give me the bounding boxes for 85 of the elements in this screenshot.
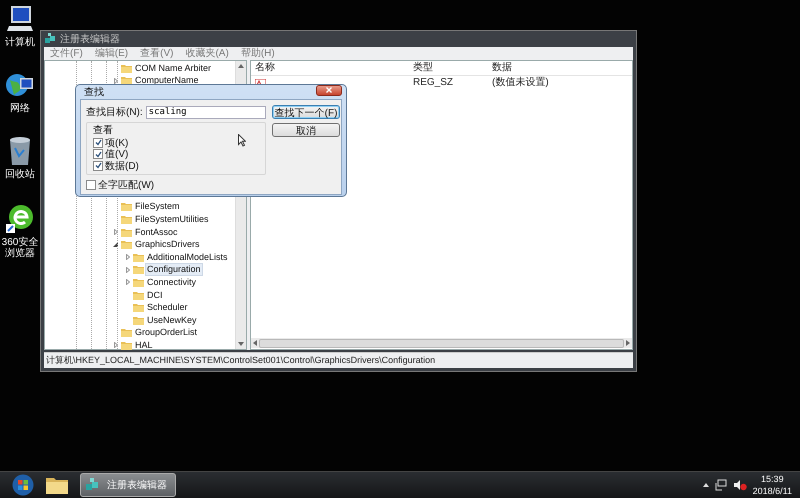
clock-time[interactable]: 15:39 [761, 473, 784, 485]
tree-item[interactable]: COM Name Arbiter [134, 62, 212, 74]
expand-arrow-icon[interactable] [126, 254, 130, 260]
tree-item[interactable]: ComputerName [134, 75, 200, 86]
tree-item[interactable]: FileSystem [134, 201, 181, 212]
checkbox[interactable] [93, 138, 103, 148]
folder-icon [133, 278, 144, 287]
folder-icon [121, 340, 132, 350]
close-button[interactable] [316, 84, 342, 96]
checkbox[interactable] [93, 149, 103, 160]
menu-item[interactable]: 文件(F) [50, 48, 83, 60]
clock-date[interactable]: 2018/6/11 [752, 485, 792, 497]
tree-item[interactable]: AdditionalModeLists [146, 252, 229, 263]
folder-icon [133, 252, 144, 262]
folder-icon [121, 240, 132, 250]
folder-icon [133, 303, 144, 312]
tree-item[interactable]: Configuration [146, 264, 202, 276]
checkbox-label[interactable]: 值(V) [105, 147, 128, 162]
menu-item[interactable]: 查看(V) [140, 48, 174, 60]
network-icon[interactable] [714, 479, 727, 491]
desktop-icon-label[interactable]: 计算机 [5, 37, 35, 48]
tree-item[interactable]: DCI [146, 290, 164, 301]
folder-icon [121, 202, 132, 212]
folder-icon [121, 64, 132, 73]
tree-item[interactable]: HAL [134, 340, 154, 351]
checkbox[interactable] [93, 160, 103, 171]
expand-arrow-icon[interactable] [114, 78, 118, 84]
column-header[interactable]: 数据 [488, 61, 512, 75]
expand-arrow-icon[interactable] [114, 342, 118, 348]
desktop-icon-label[interactable]: 网络 [10, 103, 30, 114]
folder-icon[interactable] [46, 476, 68, 494]
computer-icon [5, 4, 35, 34]
folder-icon [133, 265, 144, 274]
folder-icon [121, 214, 132, 224]
expand-arrow-icon[interactable] [126, 279, 130, 286]
mouse-pointer-icon [238, 134, 246, 147]
expand-arrow-icon[interactable] [126, 266, 130, 273]
expand-arrow-icon[interactable] [114, 229, 118, 236]
folder-icon [121, 228, 132, 237]
table-cell-text: REG_SZ [412, 76, 454, 90]
cubes-icon [44, 33, 56, 45]
find-input-field[interactable]: scaling [146, 106, 266, 118]
caret-icon[interactable] [702, 483, 709, 487]
tree-item[interactable]: GraphicsDrivers [134, 239, 201, 250]
folder-icon [121, 328, 132, 338]
menu-item[interactable]: 帮助(H) [240, 48, 275, 60]
checkbox[interactable] [86, 180, 96, 190]
desktop-icon-label[interactable]: 回收站 [5, 169, 35, 180]
table-cell-text: (数值未设置) [491, 76, 549, 90]
start-orb-icon[interactable] [12, 474, 34, 496]
scroll-down-icon[interactable] [238, 342, 244, 346]
folder-icon [133, 316, 144, 325]
collapse-arrow-icon[interactable] [113, 242, 118, 248]
checkbox-label[interactable]: 项(K) [105, 136, 128, 150]
checkbox-label[interactable]: 数据(D) [105, 158, 139, 173]
browser-icon [4, 202, 36, 234]
close-icon [326, 87, 332, 93]
horizontal-scrollbar[interactable] [251, 338, 632, 348]
scroll-up-icon[interactable] [238, 64, 244, 68]
trash-bin-icon [7, 136, 33, 166]
dialog-button[interactable]: 取消 [272, 123, 340, 137]
folder-icon [133, 290, 144, 300]
tree-item[interactable]: Connectivity [146, 276, 198, 288]
tree-item[interactable]: UseNewKey [146, 314, 198, 326]
column-header[interactable]: 类型 [409, 61, 488, 75]
scroll-right-icon[interactable] [626, 340, 630, 346]
menu-item[interactable]: 编辑(E) [94, 48, 128, 60]
status-bar-path: 计算机\HKEY_LOCAL_MACHINE\SYSTEM\ControlSet001\Control\GraphicsDrivers\Configuration [45, 354, 436, 367]
dialog-button[interactable]: 查找下一个(F) [272, 105, 340, 119]
find-label: 查找目标(N): [86, 106, 143, 119]
tree-item[interactable]: GroupOrderList [134, 327, 198, 338]
group-title: 查看 [93, 124, 114, 137]
tree-item[interactable]: FileSystemUtilities [134, 214, 210, 225]
window-title: 注册表编辑器 [60, 32, 120, 46]
tree-item[interactable]: Scheduler [146, 302, 189, 314]
column-header[interactable]: 名称 [251, 61, 409, 75]
scroll-left-icon[interactable] [253, 340, 257, 346]
tree-item[interactable]: FontAssoc [134, 226, 179, 238]
checkbox-label[interactable]: 全字匹配(W) [98, 178, 154, 192]
dialog-title: 查找 [83, 86, 104, 99]
cubes-icon [85, 477, 101, 493]
taskbar-button[interactable]: 注册表编辑器 [80, 473, 176, 497]
menu-item[interactable]: 收藏夹(A) [185, 48, 229, 60]
desktop-icon-label[interactable]: 360安全浏览器 [1, 237, 39, 259]
speaker-muted-icon[interactable] [732, 479, 747, 491]
